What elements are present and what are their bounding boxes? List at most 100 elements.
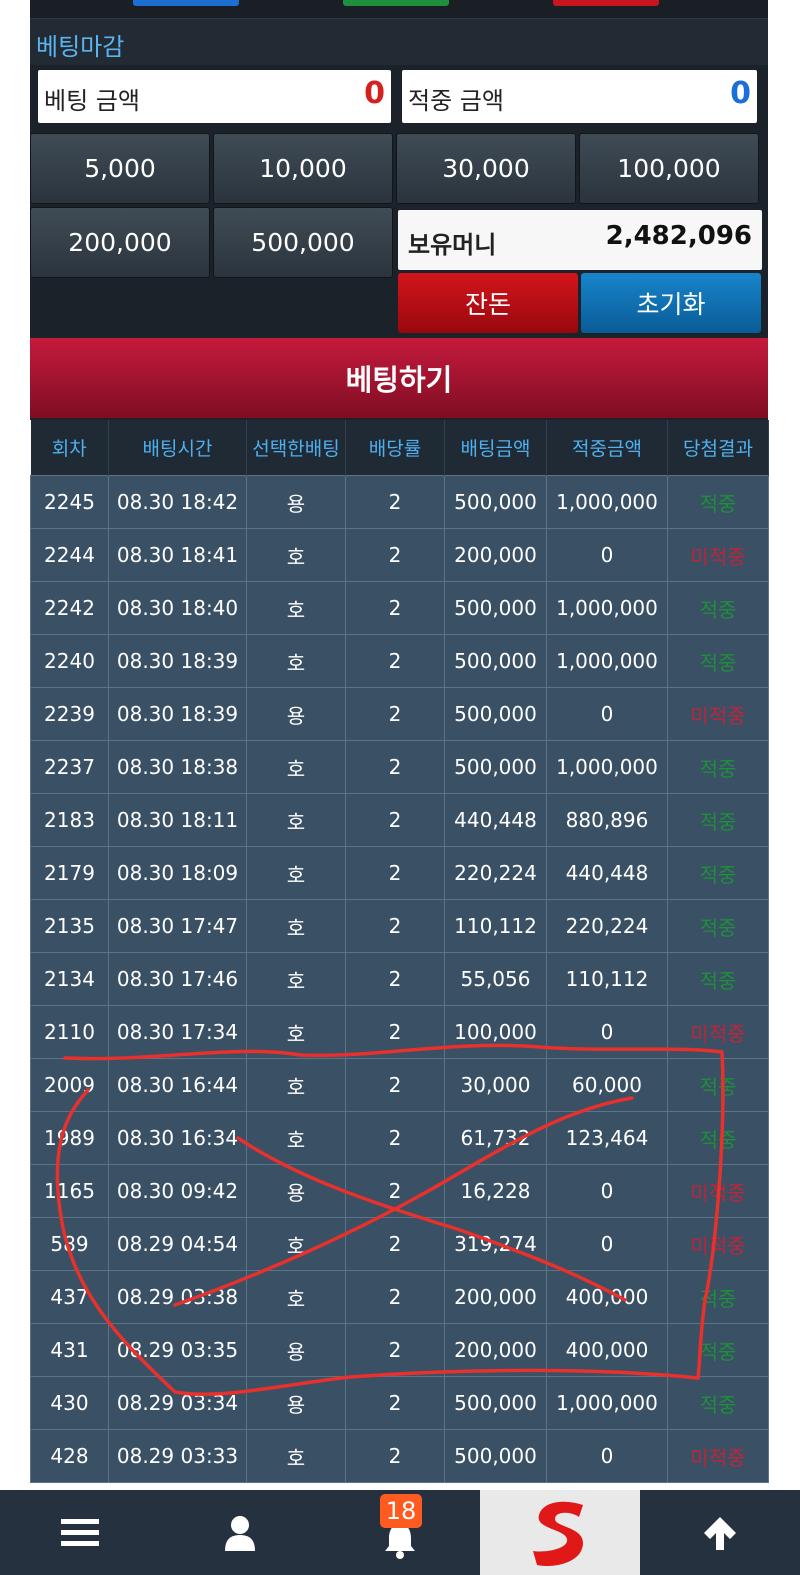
notification-badge: 18 <box>380 1494 422 1528</box>
header-selection: 선택한배팅 <box>246 420 346 476</box>
cell-result: 적중 <box>667 634 769 688</box>
cell-bet-amount: 440,448 <box>444 793 547 847</box>
chip-30000-button[interactable]: 30,000 <box>396 133 576 204</box>
cell-selection: 호 <box>246 1217 346 1271</box>
cell-odds: 2 <box>345 1058 445 1112</box>
scroll-top-button[interactable] <box>640 1490 800 1575</box>
bet-history-table: 회차 배팅시간 선택한배팅 배당률 배팅금액 적중금액 당첨결과 2245 08.… <box>30 420 769 1483</box>
cell-selection: 호 <box>246 581 346 635</box>
cell-win-amount: 440,448 <box>546 846 668 900</box>
cell-odds: 2 <box>345 475 445 529</box>
cell-bet-time: 08.29 03:35 <box>108 1323 247 1377</box>
cell-bet-amount: 220,224 <box>444 846 547 900</box>
cell-odds: 2 <box>345 1376 445 1430</box>
betting-closed-label: 베팅마감 <box>36 33 125 61</box>
cell-win-amount: 1,000,000 <box>546 475 668 529</box>
chip-200000-button[interactable]: 200,000 <box>30 207 210 278</box>
cell-bet-amount: 500,000 <box>444 634 547 688</box>
cell-round: 2183 <box>30 793 109 847</box>
table-row: 2183 08.30 18:11 호 2 440,448 880,896 적중 <box>30 793 769 847</box>
cell-bet-amount: 16,228 <box>444 1164 547 1218</box>
cell-bet-time: 08.30 16:44 <box>108 1058 247 1112</box>
cell-win-amount: 60,000 <box>546 1058 668 1112</box>
cell-round: 2179 <box>30 846 109 900</box>
cell-win-amount: 1,000,000 <box>546 1376 668 1430</box>
chip-500000-button[interactable]: 500,000 <box>213 207 393 278</box>
top-tab-red[interactable] <box>553 0 659 6</box>
cell-win-amount: 0 <box>546 528 668 582</box>
cell-win-amount: 1,000,000 <box>546 740 668 794</box>
cell-bet-time: 08.29 03:38 <box>108 1270 247 1324</box>
cell-odds: 2 <box>345 899 445 953</box>
chip-5000-button[interactable]: 5,000 <box>30 133 210 204</box>
table-row: 428 08.29 03:33 호 2 500,000 0 미적중 <box>30 1429 769 1483</box>
cell-selection: 호 <box>246 1058 346 1112</box>
cell-round: 1165 <box>30 1164 109 1218</box>
chip-100000-button[interactable]: 100,000 <box>579 133 759 204</box>
cell-selection: 호 <box>246 1111 346 1165</box>
cell-bet-amount: 200,000 <box>444 1323 547 1377</box>
cell-selection: 호 <box>246 634 346 688</box>
cell-win-amount: 1,000,000 <box>546 581 668 635</box>
top-tab-green[interactable] <box>343 0 449 6</box>
bet-amount-value: 0 <box>364 76 385 111</box>
cell-bet-amount: 100,000 <box>444 1005 547 1059</box>
cell-result: 적중 <box>667 1270 769 1324</box>
cell-odds: 2 <box>345 952 445 1006</box>
brand-logo[interactable] <box>480 1490 640 1575</box>
cell-bet-time: 08.29 04:54 <box>108 1217 247 1271</box>
cell-selection: 용 <box>246 1376 346 1430</box>
menu-icon <box>61 1518 99 1546</box>
cell-bet-time: 08.30 18:40 <box>108 581 247 635</box>
cell-result: 미적중 <box>667 528 769 582</box>
profile-button[interactable] <box>160 1490 320 1575</box>
table-row: 430 08.29 03:34 용 2 500,000 1,000,000 적중 <box>30 1376 769 1430</box>
cell-win-amount: 400,000 <box>546 1270 668 1324</box>
place-bet-button[interactable]: 베팅하기 <box>30 338 768 418</box>
cell-win-amount: 400,000 <box>546 1323 668 1377</box>
cell-selection: 호 <box>246 899 346 953</box>
table-row: 2134 08.30 17:46 호 2 55,056 110,112 적중 <box>30 952 769 1006</box>
cell-bet-amount: 500,000 <box>444 475 547 529</box>
cell-selection: 호 <box>246 846 346 900</box>
table-row: 2240 08.30 18:39 호 2 500,000 1,000,000 적중 <box>30 634 769 688</box>
cell-odds: 2 <box>345 1164 445 1218</box>
cell-bet-amount: 500,000 <box>444 1376 547 1430</box>
cell-bet-amount: 30,000 <box>444 1058 547 1112</box>
menu-button[interactable] <box>0 1490 160 1575</box>
cell-selection: 호 <box>246 528 346 582</box>
cell-result: 미적중 <box>667 1217 769 1271</box>
header-win-amount: 적중금액 <box>546 420 668 476</box>
cell-win-amount: 880,896 <box>546 793 668 847</box>
chip-10000-button[interactable]: 10,000 <box>213 133 393 204</box>
cell-result: 적중 <box>667 1376 769 1430</box>
cell-round: 430 <box>30 1376 109 1430</box>
cell-selection: 용 <box>246 687 346 741</box>
cell-round: 2237 <box>30 740 109 794</box>
top-tab-blue[interactable] <box>133 0 239 6</box>
cell-round: 437 <box>30 1270 109 1324</box>
cell-bet-amount: 61,732 <box>444 1111 547 1165</box>
cell-result: 미적중 <box>667 1005 769 1059</box>
header-round: 회차 <box>30 420 109 476</box>
change-button[interactable]: 잔돈 <box>398 273 578 333</box>
bottom-nav-bar: 18 <box>0 1490 800 1575</box>
table-row: 2110 08.30 17:34 호 2 100,000 0 미적중 <box>30 1005 769 1059</box>
betting-closed-bar: 베팅마감 <box>30 19 768 65</box>
cell-win-amount: 110,112 <box>546 952 668 1006</box>
top-tab-strip <box>30 0 768 19</box>
cell-result: 적중 <box>667 1111 769 1165</box>
cell-round: 428 <box>30 1429 109 1483</box>
win-amount-box: 적중 금액 0 <box>402 70 757 123</box>
reset-button[interactable]: 초기화 <box>581 273 761 333</box>
cell-selection: 호 <box>246 952 346 1006</box>
cell-bet-time: 08.30 18:09 <box>108 846 247 900</box>
cell-win-amount: 0 <box>546 1217 668 1271</box>
cell-result: 적중 <box>667 846 769 900</box>
cell-win-amount: 0 <box>546 1429 668 1483</box>
cell-bet-amount: 500,000 <box>444 1429 547 1483</box>
cell-bet-amount: 55,056 <box>444 952 547 1006</box>
cell-selection: 호 <box>246 1005 346 1059</box>
cell-round: 2110 <box>30 1005 109 1059</box>
table-row: 2009 08.30 16:44 호 2 30,000 60,000 적중 <box>30 1058 769 1112</box>
